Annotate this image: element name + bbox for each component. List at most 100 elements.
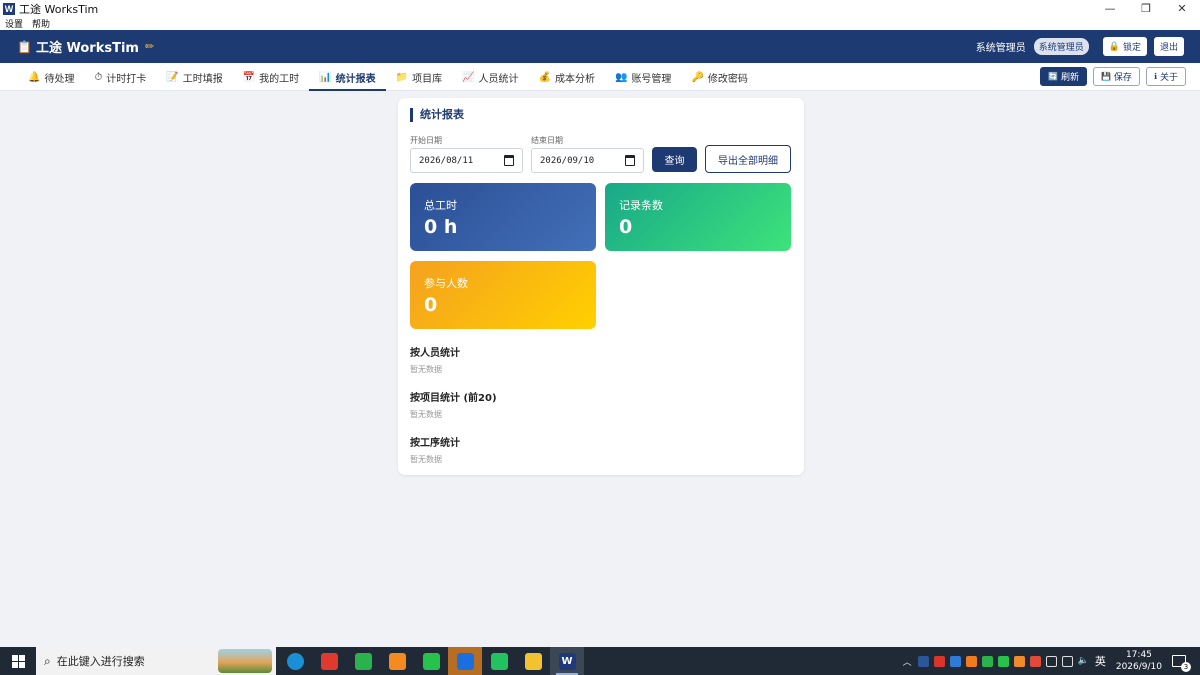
refresh-button[interactable]: 🔄 刷新 — [1039, 67, 1087, 86]
chevron-up-icon[interactable]: ︿ — [903, 655, 912, 668]
ime-indicator[interactable]: 英 — [1095, 653, 1106, 669]
stat-label: 总工时 — [424, 199, 457, 212]
tray-orange-icon[interactable] — [965, 655, 977, 667]
clipboard-icon: 📋 — [17, 39, 32, 54]
query-button[interactable]: 查询 — [652, 147, 697, 172]
export-all-button[interactable]: 导出全部明细 — [705, 145, 791, 173]
search-highlight-image[interactable] — [218, 649, 272, 673]
taskbar-app-feishu[interactable] — [448, 647, 482, 675]
taskbar-app-red[interactable] — [312, 647, 346, 675]
refresh-icon: 🔄 — [1047, 72, 1058, 81]
stat-value: 0 — [424, 294, 438, 316]
start-date-input[interactable]: 2026/08/11 — [410, 148, 523, 173]
tab-7[interactable]: 💰 成本分析 — [529, 63, 605, 91]
notification-icon[interactable]: 3 — [1172, 655, 1191, 672]
save-label: 保存 — [1113, 73, 1132, 83]
chat-icon — [354, 652, 372, 670]
taskbar-search[interactable]: ⌕ 在此键入进行搜索 — [36, 647, 276, 675]
tray-wechat-icon[interactable] — [981, 655, 993, 667]
role-badge: 系统管理员 — [1033, 38, 1089, 55]
brand-title: 工途 WorksTim — [35, 41, 139, 56]
close-button[interactable]: ✕ — [1164, 0, 1200, 17]
red-app-icon — [320, 652, 338, 670]
tab-label: 统计报表 — [335, 73, 376, 85]
tray-word-icon[interactable] — [917, 655, 929, 667]
save-button[interactable]: 💾 保存 — [1092, 67, 1140, 86]
taskbar-app-green[interactable] — [482, 647, 516, 675]
stat-record-count: 记录条数 0 — [605, 183, 791, 251]
tab-label: 人员统计 — [478, 73, 519, 85]
window-title: 工途 WorksTim — [19, 2, 99, 16]
clock[interactable]: 17:45 2026/9/10 — [1116, 649, 1162, 673]
taskbar-edge[interactable] — [278, 647, 312, 675]
tab-8[interactable]: 👥 账号管理 — [605, 63, 681, 91]
logout-button[interactable]: 退出 — [1153, 37, 1184, 56]
lock-button[interactable]: 🔒 锁定 — [1102, 37, 1147, 56]
pencil-icon[interactable]: ✏ — [145, 40, 154, 53]
save-icon: 💾 — [1100, 72, 1111, 81]
menu-help[interactable]: 帮助 — [32, 17, 50, 30]
taskbar-workstim[interactable]: W — [550, 647, 584, 675]
tab-label: 项目库 — [412, 73, 443, 85]
start-button[interactable] — [0, 647, 36, 675]
tray-orange2-icon[interactable] — [1013, 655, 1025, 667]
tab-icon: 📝 — [166, 71, 179, 83]
taskbar-wechat[interactable] — [414, 647, 448, 675]
tab-5[interactable]: 📁 项目库 — [386, 63, 452, 91]
system-tray: ︿ 🔈 英 17:45 2026/9/10 3 — [903, 647, 1200, 675]
calendar-icon[interactable] — [504, 155, 514, 166]
tray-red2-icon[interactable] — [1029, 655, 1041, 667]
tab-icon: 📁 — [395, 71, 409, 83]
window-titlebar: W 工途 WorksTim — ❐ ✕ — [0, 0, 1200, 17]
tab-icon: 🔑 — [691, 71, 704, 83]
stat-label: 参与人数 — [424, 277, 468, 290]
edge-icon — [286, 652, 304, 670]
menu-bar: 设置 帮助 — [0, 17, 1200, 30]
tab-0[interactable]: 🔔 待处理 — [18, 63, 84, 91]
maximize-button[interactable]: ❐ — [1128, 0, 1164, 17]
section-by-person-title: 按人员统计 — [410, 348, 460, 359]
tab-9[interactable]: 🔑 修改密码 — [681, 63, 757, 91]
tab-6[interactable]: 📈 人员统计 — [452, 63, 528, 91]
tab-1[interactable]: ⏱ 计时打卡 — [84, 63, 156, 91]
tray-shield-icon[interactable] — [949, 655, 961, 667]
section-by-process-title: 按工序统计 — [410, 438, 460, 449]
report-title: 统计报表 — [410, 108, 464, 122]
section-by-project-title: 按项目统计 (前20) — [410, 393, 497, 404]
menu-settings[interactable]: 设置 — [5, 17, 23, 30]
battery-icon[interactable] — [1045, 655, 1057, 667]
taskbar-explorer[interactable] — [516, 647, 550, 675]
minimize-button[interactable]: — — [1092, 0, 1128, 17]
taskbar-app-orange[interactable] — [380, 647, 414, 675]
stat-value: 0 — [619, 216, 633, 238]
volume-icon[interactable]: 🔈 — [1078, 656, 1089, 666]
stat-participants: 参与人数 0 — [410, 261, 596, 329]
refresh-label: 刷新 — [1060, 73, 1079, 83]
about-label: 关于 — [1159, 73, 1178, 83]
tray-green-icon[interactable] — [997, 655, 1009, 667]
tab-3[interactable]: 📅 我的工时 — [233, 63, 309, 91]
network-icon[interactable] — [1061, 655, 1073, 667]
report-card: 统计报表 开始日期 2026/08/11 结束日期 2026/09/10 查询 … — [398, 98, 804, 475]
tab-2[interactable]: 📝 工时填报 — [156, 63, 232, 91]
tab-label: 计时打卡 — [106, 73, 147, 85]
tab-4[interactable]: 📊 统计报表 — [309, 63, 387, 91]
calendar-icon[interactable] — [625, 155, 635, 166]
end-date-label: 结束日期 — [531, 136, 563, 145]
app-header: 📋 工途 WorksTim ✏ 系统管理员 系统管理员 🔒 锁定 退出 — [0, 30, 1200, 63]
taskbar-wechat-work[interactable] — [346, 647, 380, 675]
wechat-icon — [422, 652, 440, 670]
search-icon: ⌕ — [44, 653, 51, 668]
tray-red-icon[interactable] — [933, 655, 945, 667]
tab-label: 成本分析 — [554, 73, 595, 85]
start-date-value: 2026/08/11 — [419, 155, 474, 166]
end-date-input[interactable]: 2026/09/10 — [531, 148, 644, 173]
about-button[interactable]: ℹ 关于 — [1145, 67, 1186, 86]
tab-icon: ⏱ — [94, 71, 103, 83]
tab-icon: 🔔 — [28, 71, 41, 83]
end-date-value: 2026/09/10 — [540, 155, 595, 166]
arrow-app-icon — [456, 652, 474, 670]
tab-icon: 👥 — [614, 71, 628, 83]
stat-value: 0 h — [424, 216, 458, 238]
stat-label: 记录条数 — [619, 199, 663, 212]
